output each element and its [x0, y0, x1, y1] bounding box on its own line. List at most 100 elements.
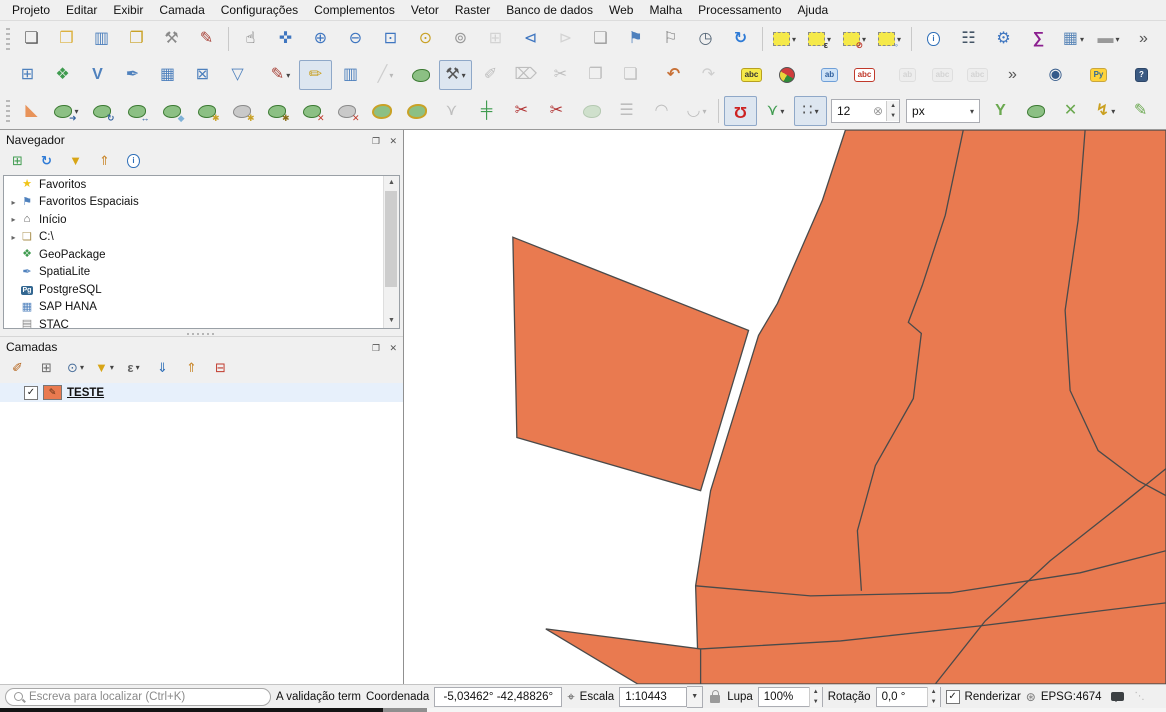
expand-all-button[interactable]: ⇓	[149, 356, 176, 379]
menu-exibir[interactable]: Exibir	[105, 1, 151, 19]
cad-tools-button[interactable]: ◣	[15, 96, 48, 126]
dropdown-arrow[interactable]: ▾	[462, 71, 466, 80]
processing-toolbox-button[interactable]: ⚙	[987, 24, 1020, 54]
open-project-button[interactable]: ❒	[50, 24, 83, 54]
add-group-button[interactable]: ⊞	[33, 356, 60, 379]
menu-editar[interactable]: Editar	[58, 1, 105, 19]
select-by-expression-button[interactable]: ε▾	[803, 24, 836, 54]
rotation-spinbox[interactable]: 0,0 ° ▲▼	[876, 687, 941, 707]
browser-panel-close-button[interactable]: ✕	[389, 136, 397, 146]
snapping-type-button[interactable]: ⋎▾	[759, 96, 792, 126]
tree-item-c-drive[interactable]: ▸❏C:\	[4, 229, 399, 247]
new-print-layout-button[interactable]: ❐	[120, 24, 153, 54]
align-features-button[interactable]: ╪	[470, 96, 503, 126]
help-button[interactable]: ?	[1125, 60, 1158, 90]
offset-curve-button[interactable]	[365, 96, 398, 126]
dropdown-arrow[interactable]: ▾	[780, 107, 784, 116]
snapping-mode-button[interactable]: ∷▾	[794, 96, 827, 126]
zoom-in-button[interactable]: ⊕	[304, 24, 337, 54]
browser-panel-float-button[interactable]: ❐	[372, 136, 380, 146]
open-layer-styling-button[interactable]: ✐	[4, 356, 31, 379]
add-part-button[interactable]: ✱	[225, 96, 258, 126]
menu-camada[interactable]: Camada	[151, 1, 212, 19]
move-feature-button[interactable]: ➜▾	[50, 96, 83, 126]
zoom-last-button[interactable]: ⊲	[514, 24, 547, 54]
menu-vetor[interactable]: Vetor	[403, 1, 447, 19]
scrollbar-thumb[interactable]	[385, 191, 397, 287]
expander-icon[interactable]: ▸	[8, 198, 19, 207]
zoom-to-selection-button[interactable]: ⊚	[444, 24, 477, 54]
style-manager-button[interactable]: ✎	[190, 24, 223, 54]
browser-scrollbar[interactable]: ▲ ▼	[383, 176, 399, 328]
zoom-to-layer-button[interactable]: ⊙	[409, 24, 442, 54]
new-spatial-bookmark-button[interactable]: ⚑	[619, 24, 652, 54]
menu-web[interactable]: Web	[601, 1, 641, 19]
new-mesh-layer-button[interactable]: ⊠	[186, 60, 219, 90]
clear-value-icon[interactable]: ⊗	[870, 104, 886, 118]
measure-button[interactable]: ▬▾	[1092, 24, 1125, 54]
pan-to-selection-button[interactable]: ✜	[269, 24, 302, 54]
show-spatial-bookmarks-button[interactable]: ⚐	[654, 24, 687, 54]
scroll-up-icon[interactable]: ▲	[384, 176, 399, 190]
dropdown-arrow[interactable]: ▾	[1115, 35, 1119, 44]
manage-map-themes-button[interactable]: ⊙▾	[62, 356, 89, 379]
python-console-button[interactable]: Py	[1082, 60, 1115, 90]
layer-labeling-button[interactable]: abc	[735, 60, 768, 90]
tree-item-favoritos-espaciais[interactable]: ▸⚑Favoritos Espaciais	[4, 194, 399, 212]
window-resize-grip[interactable]: ⋱	[1135, 691, 1145, 702]
save-layer-edits-button[interactable]: ▥	[334, 60, 367, 90]
collapse-all-browser-button[interactable]: ⇑	[91, 149, 118, 172]
split-features-button[interactable]: ✂	[505, 96, 538, 126]
menu-complementos[interactable]: Complementos	[306, 1, 403, 19]
menu-raster[interactable]: Raster	[447, 1, 498, 19]
menu-processamento[interactable]: Processamento	[690, 1, 789, 19]
messages-button[interactable]	[1111, 692, 1124, 701]
current-edits-button[interactable]: ✎▾	[264, 60, 297, 90]
simplify-feature-button[interactable]: ◆	[155, 96, 188, 126]
dropdown-arrow[interactable]: ▾	[136, 363, 140, 372]
new-spatialite-button[interactable]: ✒	[116, 60, 149, 90]
toolbar-grip[interactable]	[6, 100, 10, 122]
layers-panel-close-button[interactable]: ✕	[389, 343, 397, 353]
new-shapefile-button[interactable]: V	[81, 60, 114, 90]
open-attribute-table-button[interactable]: ▦▾	[1057, 24, 1090, 54]
dropdown-arrow[interactable]: ▾	[110, 363, 114, 372]
tree-item-favoritos[interactable]: ★Favoritos	[4, 176, 399, 194]
tree-item-inicio[interactable]: ▸⌂Início	[4, 211, 399, 229]
dropdown-arrow[interactable]: ▾	[1111, 107, 1115, 116]
refresh-browser-button[interactable]: ↻	[33, 149, 60, 172]
layer-visibility-checkbox[interactable]: ✓	[24, 386, 38, 400]
stepper[interactable]: ▲▼	[927, 687, 940, 707]
coordinate-input[interactable]: -5,03462° -42,48826°	[434, 687, 562, 707]
scale-feature-button[interactable]: ↔	[120, 96, 153, 126]
menu-configura-es[interactable]: Configurações	[213, 1, 306, 19]
menu-banco-de-dados[interactable]: Banco de dados	[498, 1, 601, 19]
avoid-overlap-button[interactable]	[1019, 96, 1052, 126]
snapping-toggle-button[interactable]: Ω	[724, 96, 757, 126]
vertex-tool-button[interactable]: ⚒▾	[439, 60, 472, 90]
tracing-button[interactable]: ↯▾	[1089, 96, 1122, 126]
new-geopackage-button[interactable]: ❖	[46, 60, 79, 90]
toolbar-grip[interactable]	[6, 28, 10, 50]
toolbar-overflow-button-2[interactable]: »	[996, 60, 1029, 90]
dropdown-arrow[interactable]: ▾	[389, 71, 393, 80]
filter-browser-button[interactable]: ▼	[62, 149, 89, 172]
split-parts-button[interactable]: ✂	[540, 96, 573, 126]
snapping-units-combo[interactable]: px▾	[906, 99, 980, 123]
new-project-button[interactable]: ❏	[15, 24, 48, 54]
layers-panel-float-button[interactable]: ❐	[372, 343, 380, 353]
new-gpx-layer-button[interactable]: ▽	[221, 60, 254, 90]
temporal-controller-button[interactable]: ◷	[689, 24, 722, 54]
delete-ring-button[interactable]: ✕	[295, 96, 328, 126]
reshape-features-button[interactable]	[400, 96, 433, 126]
menu-ajuda[interactable]: Ajuda	[790, 1, 837, 19]
new-map-view-button[interactable]: ❑	[584, 24, 617, 54]
crs-status-button[interactable]: EPSG:4674	[1041, 691, 1102, 703]
tree-item-spatialite[interactable]: ✒SpatiaLite	[4, 264, 399, 282]
show-layout-manager-button[interactable]: ⚒	[155, 24, 188, 54]
stepper[interactable]: ▲▼	[886, 101, 899, 121]
snap-on-intersection-button[interactable]: ✕	[1054, 96, 1087, 126]
dropdown-arrow[interactable]: ▾	[80, 363, 84, 372]
scale-dropdown-icon[interactable]: ▼	[687, 686, 703, 708]
zoom-full-extent-button[interactable]: ⊡	[374, 24, 407, 54]
